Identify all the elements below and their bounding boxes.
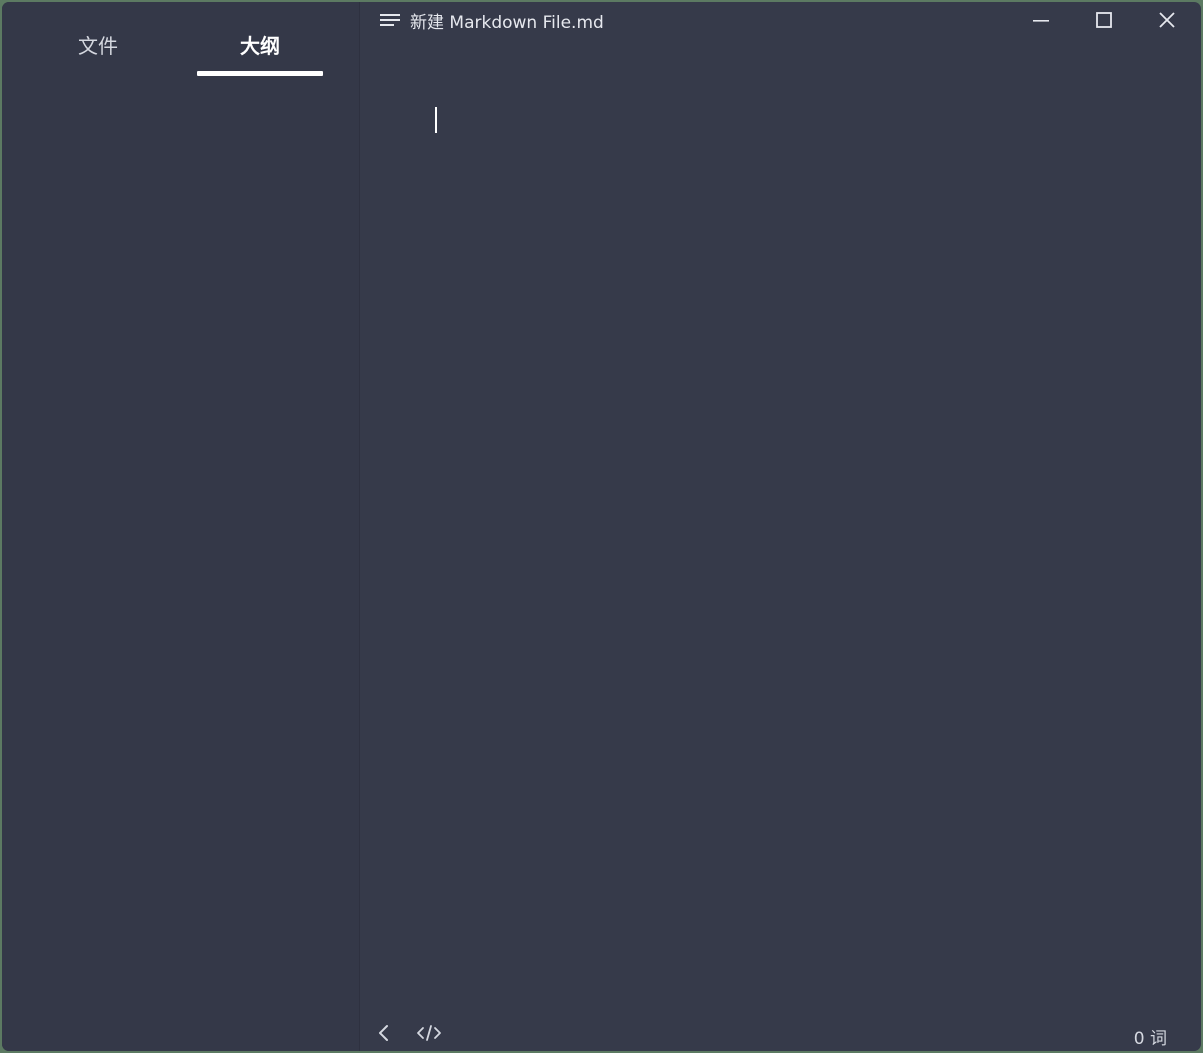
app-window: 文件 大纲 新建 Markdown File.md 0 词 xyxy=(2,2,1201,1051)
chevron-left-icon xyxy=(379,1025,388,1041)
minimize-icon xyxy=(1033,20,1049,22)
toggle-sidebar-button[interactable] xyxy=(374,1021,394,1045)
word-count[interactable]: 0 词 xyxy=(1134,1024,1167,1049)
active-tab-indicator xyxy=(197,71,323,76)
minimize-button[interactable] xyxy=(1012,2,1070,38)
close-button[interactable] xyxy=(1138,2,1196,38)
text-cursor xyxy=(435,107,437,133)
titlebar: 新建 Markdown File.md xyxy=(360,2,1201,38)
sidebar: 文件 大纲 xyxy=(2,2,360,1051)
source-mode-button[interactable] xyxy=(414,1021,444,1045)
editor-area[interactable] xyxy=(360,38,1201,1007)
code-icon xyxy=(417,1025,441,1041)
tab-outline[interactable]: 大纲 xyxy=(197,34,323,66)
maximize-button[interactable] xyxy=(1075,2,1133,38)
close-icon xyxy=(1159,12,1175,28)
document-title: 新建 Markdown File.md xyxy=(410,13,604,33)
statusbar: 0 词 xyxy=(360,1007,1201,1051)
tab-files[interactable]: 文件 xyxy=(58,34,138,66)
maximize-icon xyxy=(1096,12,1112,28)
hamburger-menu-icon[interactable] xyxy=(378,11,402,29)
